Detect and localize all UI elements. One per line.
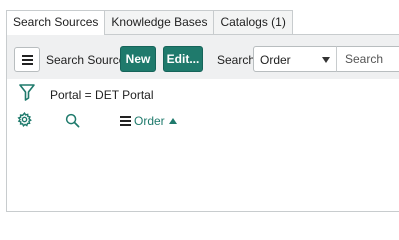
hamburger-icon xyxy=(22,55,33,57)
list-title: Search Sources xyxy=(46,53,132,67)
tab-catalogs[interactable]: Catalogs (1) xyxy=(214,10,293,34)
column-header-order[interactable]: Order xyxy=(120,114,177,128)
related-list-panel: Search Sources New Edit... Search Order … xyxy=(6,34,399,212)
filter-breadcrumb[interactable]: Portal = DET Portal xyxy=(50,88,154,102)
sort-column-label[interactable]: Order xyxy=(134,114,165,128)
search-input[interactable] xyxy=(336,46,399,72)
sort-ascending-icon[interactable] xyxy=(168,118,177,124)
search-label: Search xyxy=(217,53,256,67)
filter-icon[interactable] xyxy=(19,84,35,102)
chevron-down-icon xyxy=(322,57,330,63)
list-toolbar: Search Sources New Edit... Search Order xyxy=(7,35,399,79)
edit-button[interactable]: Edit... xyxy=(163,46,203,72)
context-menu-button[interactable] xyxy=(14,47,40,72)
tab-strip: Search Sources Knowledge Bases Catalogs … xyxy=(6,10,293,35)
column-options-icon[interactable] xyxy=(120,116,131,126)
new-button[interactable]: New xyxy=(120,46,156,72)
tab-knowledge-bases[interactable]: Knowledge Bases xyxy=(105,10,215,34)
gear-icon[interactable] xyxy=(17,112,32,127)
search-field-select[interactable]: Order xyxy=(253,46,337,72)
search-icon[interactable] xyxy=(65,113,80,128)
search-field-value: Order xyxy=(260,53,291,67)
tab-search-sources[interactable]: Search Sources xyxy=(6,10,106,35)
